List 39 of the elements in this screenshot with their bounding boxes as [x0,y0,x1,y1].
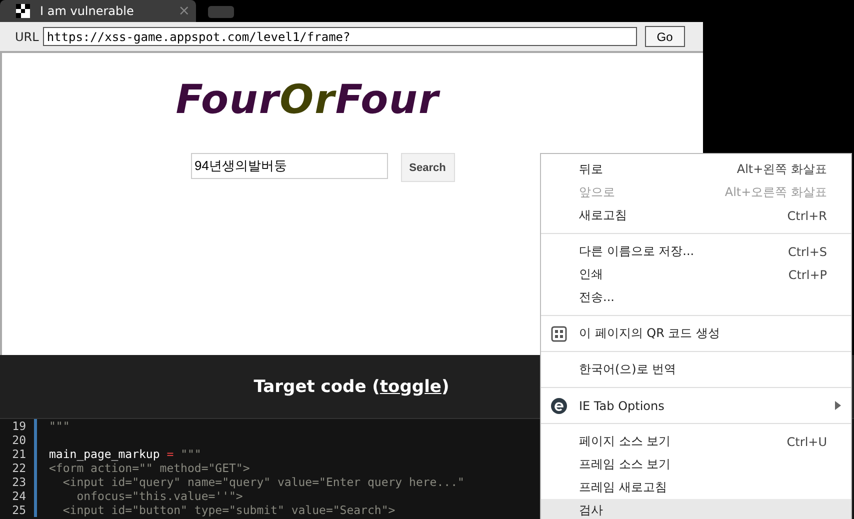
menu-item[interactable]: 프레임 소스 보기 [541,453,851,476]
menu-item[interactable]: 뒤로 Alt+왼쪽 화살표 [541,158,851,181]
menu-item[interactable]: 이 페이지의 QR 코드 생성 [541,322,851,345]
menu-item[interactable]: 프레임 새로고침 [541,476,851,499]
menu-item[interactable]: 새로고침 Ctrl+R [541,204,851,227]
line-number: 21 [0,447,37,461]
search-field[interactable]: 94년생의발버둥 [190,153,388,179]
code-line: <form action="" method="GET"> [48,461,250,475]
url-field[interactable]: https://xss-game.appspot.com/level1/frame? [42,27,637,46]
site-logo: FourOrFour [176,77,440,123]
new-tab-button[interactable] [208,6,234,18]
code-line: <input id="button" type="submit" value="Search"> [62,503,396,517]
checker-icon [16,4,30,18]
line-number: 20 [0,433,37,447]
code-line: <input id="query" name="query" value="Enter query here..." [62,475,464,489]
line-number: 23 [0,475,37,489]
code-line: main_page_markup = """ [48,447,202,461]
menu-item[interactable]: 전송... [541,286,851,309]
menu-item[interactable]: 페이지 소스 보기 Ctrl+U [541,430,851,453]
menu-item[interactable]: 다른 이름으로 저장... Ctrl+S [541,240,851,263]
toggle-link[interactable]: toggle [380,376,442,396]
browser-tab[interactable]: I am vulnerable × [0,0,196,22]
url-label: URL [15,30,39,44]
go-button[interactable]: Go [644,26,685,47]
letter-e-icon [551,398,567,414]
line-number: 25 [0,503,37,517]
code-line: """ [48,419,70,433]
line-number: 22 [0,461,37,475]
tab-title: I am vulnerable [40,4,135,18]
menu-item[interactable]: 인쇄 Ctrl+P [541,263,851,286]
menu-item[interactable]: 한국어(으)로 번역 [541,358,851,381]
menu-item[interactable]: 검사 [541,499,851,519]
line-number: 24 [0,489,37,503]
section-heading: Target code (toggle) [254,376,450,396]
code-line: onfocus="this.value=''"> [76,489,243,503]
line-number: 19 [0,419,37,433]
search-button[interactable]: Search [400,153,454,182]
grid-icon [551,326,567,342]
menu-item[interactable]: IE Tab Options [541,394,851,417]
